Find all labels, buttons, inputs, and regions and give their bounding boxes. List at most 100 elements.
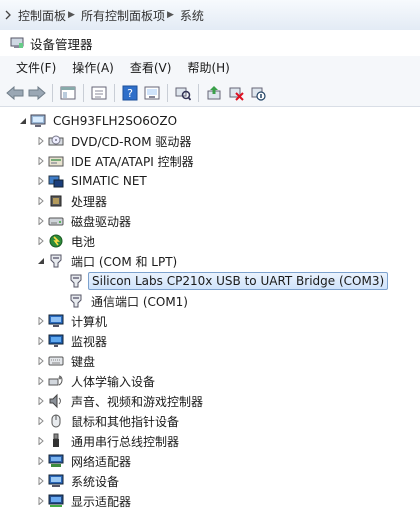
tree-node-label: SIMATIC NET: [71, 174, 147, 188]
root-computer-icon: [30, 113, 46, 129]
help-icon[interactable]: ?: [119, 82, 141, 104]
tree-node-label: 端口 (COM 和 LPT): [71, 254, 178, 269]
tree-node-label: 磁盘驱动器: [71, 214, 132, 229]
expand-collapse-icon[interactable]: [36, 331, 46, 351]
monitor-icon: [48, 333, 64, 349]
back-icon[interactable]: [4, 82, 26, 104]
battery-icon: [48, 233, 64, 249]
update-driver-icon[interactable]: [203, 82, 225, 104]
forward-icon[interactable]: [26, 82, 48, 104]
device-tree[interactable]: CGH93FLH2SO6OZO DVD/CD-ROM 驱动器 IDE ATA/ATA…: [0, 107, 420, 516]
tree-node-label: 键盘: [71, 354, 96, 369]
tree-category[interactable]: 鼠标和其他指针设备: [36, 411, 182, 431]
toolbar-divider: [198, 84, 199, 102]
tree-node-label: 处理器: [71, 194, 108, 209]
tree-node-label: 人体学输入设备: [71, 374, 156, 389]
tree-node-label: CGH93FLH2SO6OZO: [53, 114, 178, 128]
address-bar[interactable]: 控制面板 ▶ 所有控制面板项 ▶ 系统: [0, 0, 420, 31]
expand-collapse-icon[interactable]: [36, 351, 46, 371]
display-adapter-icon: [48, 493, 64, 509]
toolbar-divider: [114, 84, 115, 102]
tree-category[interactable]: IDE ATA/ATAPI 控制器: [36, 151, 197, 171]
breadcrumb-all-control-panel-items[interactable]: 所有控制面板项 ▶: [81, 7, 180, 24]
tree-category[interactable]: 通用串行总线控制器: [36, 431, 182, 451]
tree-category[interactable]: 监视器: [36, 331, 110, 351]
tree-node-label: DVD/CD-ROM 驱动器: [71, 134, 192, 149]
tree-device[interactable]: Silicon Labs CP210x USB to UART Bridge (…: [56, 271, 389, 291]
tree-category[interactable]: DVD/CD-ROM 驱动器: [36, 131, 194, 151]
tree-node-label: IDE ATA/ATAPI 控制器: [71, 154, 194, 169]
tree-category[interactable]: 键盘: [36, 351, 98, 371]
ide-controller-icon: [48, 153, 64, 169]
tree-device[interactable]: 通信端口 (COM1): [56, 291, 191, 311]
menu-action[interactable]: 操作(A): [64, 57, 122, 79]
device-properties-icon[interactable]: [141, 82, 163, 104]
expand-collapse-icon[interactable]: [36, 471, 46, 491]
processor-icon: [48, 193, 64, 209]
tree-node-label: 通信端口 (COM1): [91, 294, 188, 309]
scan-hardware-icon[interactable]: [172, 82, 194, 104]
tree-node-label: 系统设备: [71, 474, 120, 489]
disk-drive-icon: [48, 213, 64, 229]
menu-file[interactable]: 文件(F): [0, 57, 64, 79]
expand-collapse-icon[interactable]: [36, 371, 46, 391]
breadcrumb-control-panel[interactable]: 控制面板 ▶: [18, 7, 81, 24]
simatic-net-icon: [48, 173, 64, 189]
tree-node-label: 电池: [71, 234, 96, 249]
expand-collapse-icon[interactable]: [36, 411, 46, 431]
port-icon: [48, 253, 64, 269]
port-icon: [68, 293, 84, 309]
expand-collapse-icon[interactable]: [36, 131, 46, 151]
tree-category[interactable]: 计算机: [36, 311, 110, 331]
menu-help[interactable]: 帮助(H): [179, 57, 237, 79]
system-device-icon: [48, 473, 64, 489]
breadcrumb-separator-icon[interactable]: ▶: [68, 10, 75, 20]
expand-collapse-icon[interactable]: [36, 151, 46, 171]
expand-collapse-icon[interactable]: [36, 391, 46, 411]
expand-collapse-icon[interactable]: [36, 211, 46, 231]
tree-node-label: 网络适配器: [71, 454, 132, 469]
tree-category[interactable]: 电池: [36, 231, 98, 251]
chevron-right-icon[interactable]: [4, 8, 14, 22]
tree-node-label: 监视器: [71, 334, 108, 349]
tree-category[interactable]: 系统设备: [36, 471, 122, 491]
window-title: 设备管理器: [30, 36, 93, 52]
tree-category[interactable]: 显示适配器: [36, 491, 134, 511]
menu-bar: 文件(F) 操作(A) 查看(V) 帮助(H): [0, 56, 420, 81]
tree-node-label: 计算机: [71, 314, 108, 329]
expand-collapse-icon[interactable]: [36, 451, 46, 471]
expand-collapse-icon[interactable]: [36, 191, 46, 211]
computer-icon: [48, 313, 64, 329]
properties-icon[interactable]: [88, 82, 110, 104]
port-icon: [68, 273, 84, 289]
tree-node-label: Silicon Labs CP210x USB to UART Bridge (…: [88, 272, 389, 290]
mouse-icon: [48, 413, 64, 429]
tree-category[interactable]: SIMATIC NET: [36, 171, 150, 191]
expand-collapse-icon[interactable]: [36, 491, 46, 511]
show-hide-console-tree-icon[interactable]: [57, 82, 79, 104]
breadcrumb-separator-icon[interactable]: ▶: [167, 10, 174, 20]
expand-collapse-icon[interactable]: [36, 431, 46, 451]
expand-collapse-icon[interactable]: [18, 111, 28, 131]
expand-collapse-icon[interactable]: [36, 251, 46, 271]
tree-category[interactable]: 声音、视频和游戏控制器: [36, 391, 206, 411]
tree-category[interactable]: 人体学输入设备: [36, 371, 158, 391]
disable-device-icon[interactable]: [247, 82, 269, 104]
tree-root[interactable]: CGH93FLH2SO6OZO: [18, 111, 180, 131]
menu-view[interactable]: 查看(V): [122, 57, 180, 79]
tree-category[interactable]: 端口 (COM 和 LPT): [36, 251, 180, 271]
device-manager-icon: [10, 36, 24, 50]
expand-collapse-icon[interactable]: [36, 311, 46, 331]
tree-category[interactable]: 磁盘驱动器: [36, 211, 134, 231]
expand-collapse-icon[interactable]: [36, 171, 46, 191]
breadcrumb-system[interactable]: 系统: [180, 7, 204, 24]
tree-category[interactable]: 网络适配器: [36, 451, 134, 471]
tree-category[interactable]: 处理器: [36, 191, 110, 211]
keyboard-icon: [48, 353, 64, 369]
uninstall-device-icon[interactable]: [225, 82, 247, 104]
expand-collapse-icon[interactable]: [36, 231, 46, 251]
sound-icon: [48, 393, 64, 409]
toolbar-divider: [52, 84, 53, 102]
